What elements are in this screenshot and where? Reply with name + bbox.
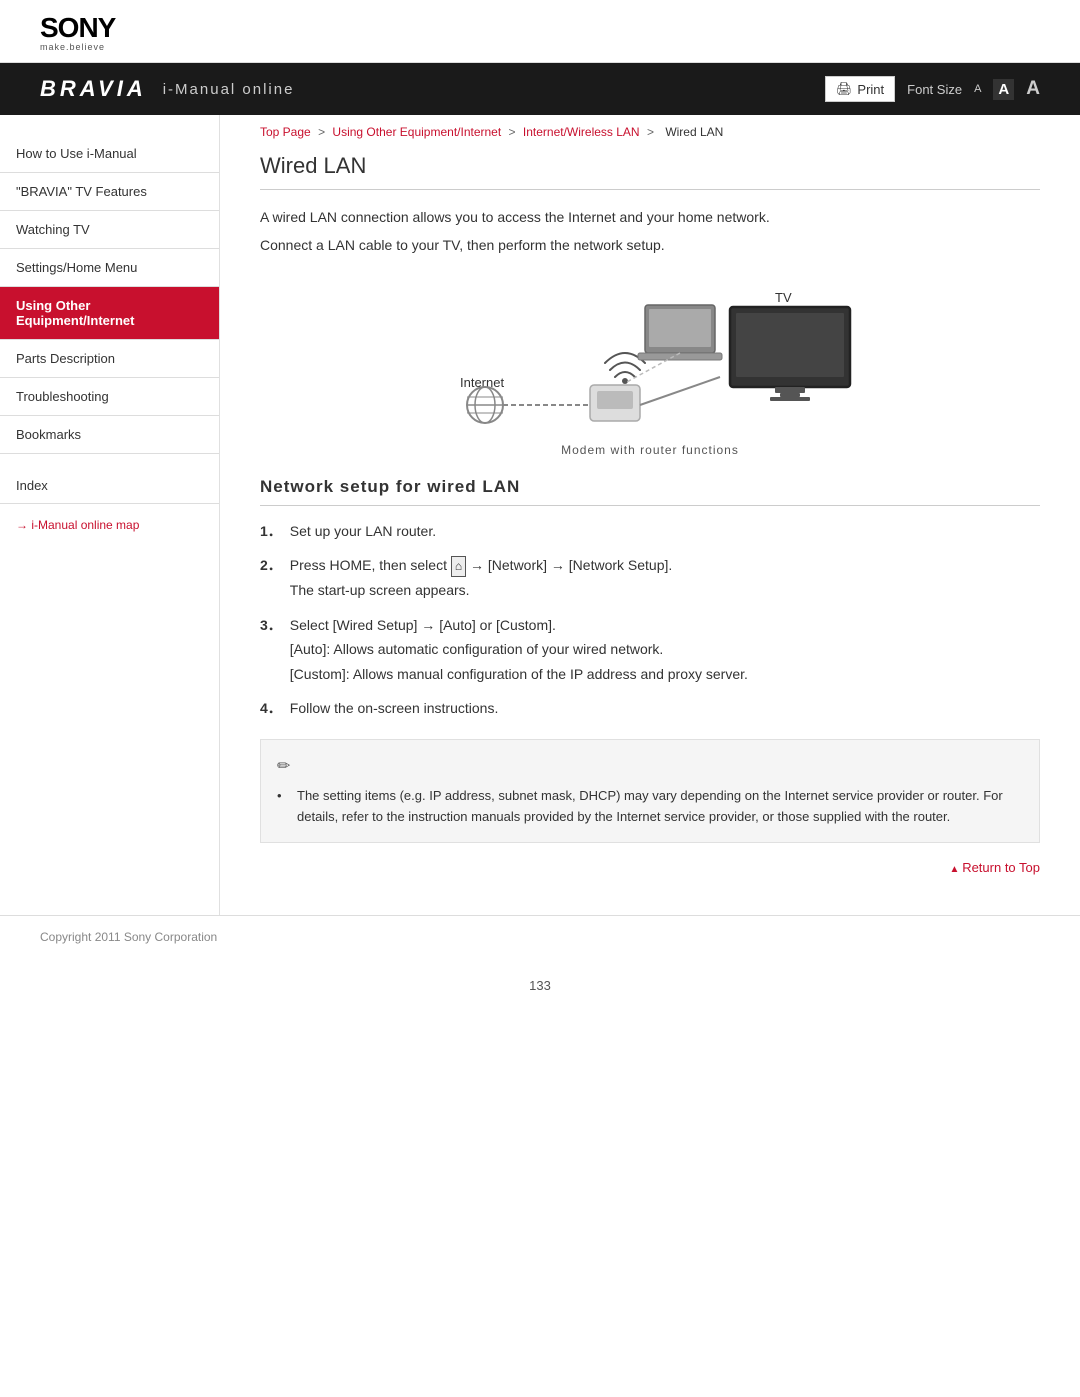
step-2-sub: The start-up screen appears. [290,579,1040,601]
note-bullet-dot: • [277,786,289,828]
print-button[interactable]: 🖨 Print [825,76,895,102]
content-area: Top Page > Using Other Equipment/Interne… [220,115,1080,915]
sidebar-item-using-other[interactable]: Using Other Equipment/Internet [0,287,219,340]
nav-bar-right: 🖨 Print Font Size A A A [825,76,1040,102]
sidebar-item-how-to-use[interactable]: How to Use i-Manual [0,135,219,173]
step-4-text: Follow the on-screen instructions. [290,700,499,716]
sidebar-item-troubleshooting[interactable]: Troubleshooting [0,378,219,416]
print-label: Print [857,82,884,97]
top-header: SONY make.believe [0,0,1080,63]
tv-label: TV [775,290,792,305]
font-size-small-button[interactable]: A [974,83,981,95]
breadcrumb: Top Page > Using Other Equipment/Interne… [260,115,1040,153]
nav-bar-left: BRAVIA i-Manual online [40,76,294,102]
page-number: 133 [0,958,1080,1003]
copyright-text: Copyright 2011 Sony Corporation [40,930,217,944]
home-icon: ⌂ [451,556,466,577]
sony-tagline: make.believe [40,42,105,52]
sidebar-item-bookmarks[interactable]: Bookmarks [0,416,219,454]
step-1-num: 1． [260,520,282,542]
sidebar-nav: How to Use i-Manual "BRAVIA" TV Features… [0,135,219,454]
sidebar: How to Use i-Manual "BRAVIA" TV Features… [0,115,220,915]
note-icon: ✏ [277,754,1023,780]
nav-title: i-Manual online [163,81,295,98]
step-3: 3． Select [Wired Setup] → [Auto] or [Cus… [260,614,1040,685]
footer: Copyright 2011 Sony Corporation [0,915,1080,958]
step-3-content: Select [Wired Setup] → [Auto] or [Custom… [290,614,1040,685]
font-size-medium-button[interactable]: A [993,79,1014,100]
diagram-caption: Modem with router functions [561,443,739,457]
step-4: 4． Follow the on-screen instructions. [260,697,1040,719]
sidebar-item-parts-description[interactable]: Parts Description [0,340,219,378]
sony-logo: SONY make.believe [40,14,1040,52]
step-3-sub-1: [Auto]: Allows automatic configuration o… [290,638,1040,660]
diagram-svg: Internet [420,277,880,437]
breadcrumb-using-other[interactable]: Using Other Equipment/Internet [332,125,501,139]
breadcrumb-sep1: > [318,125,325,139]
return-to-top-link[interactable]: Return to Top [950,860,1041,875]
breadcrumb-current: Wired LAN [665,125,723,139]
intro-text-2: Connect a LAN cable to your TV, then per… [260,234,1040,256]
sidebar-item-watching-tv[interactable]: Watching TV [0,211,219,249]
sidebar-map-link[interactable]: → i-Manual online map [0,504,219,532]
steps-list: 1． Set up your LAN router. 2． Press HOME… [260,520,1040,720]
network-diagram: Internet [260,277,1040,457]
note-bullet: • The setting items (e.g. IP address, su… [277,786,1023,828]
sidebar-item-index[interactable]: Index [0,468,219,504]
return-to-top: Return to Top [260,843,1040,885]
breadcrumb-top-page[interactable]: Top Page [260,125,311,139]
breadcrumb-sep2: > [509,125,516,139]
intro-text-1: A wired LAN connection allows you to acc… [260,206,1040,228]
sidebar-item-bravia-features[interactable]: "BRAVIA" TV Features [0,173,219,211]
bravia-logo: BRAVIA [40,76,147,102]
step-3-text: Select [Wired Setup] → [Auto] or [Custom… [290,617,556,633]
breadcrumb-sep3: > [647,125,654,139]
sony-wordmark: SONY [40,14,115,42]
step-2-text: Press HOME, then select ⌂ → [Network] → … [290,557,672,573]
font-size-label: Font Size [907,82,962,97]
step-4-content: Follow the on-screen instructions. [290,697,1040,719]
sidebar-item-settings-home[interactable]: Settings/Home Menu [0,249,219,287]
sidebar-index-list: Index [0,468,219,504]
nav-bar: BRAVIA i-Manual online 🖨 Print Font Size… [0,63,1080,115]
breadcrumb-internet-wireless[interactable]: Internet/Wireless LAN [523,125,640,139]
page-title: Wired LAN [260,153,1040,190]
section-heading: Network setup for wired LAN [260,477,1040,506]
manual-map-link[interactable]: → i-Manual online map [16,518,139,532]
note-text: The setting items (e.g. IP address, subn… [297,786,1023,828]
step-4-num: 4． [260,697,282,719]
step-2: 2． Press HOME, then select ⌂ → [Network]… [260,554,1040,602]
note-box: ✏ • The setting items (e.g. IP address, … [260,739,1040,842]
step-2-content: Press HOME, then select ⌂ → [Network] → … [290,554,1040,602]
print-icon: 🖨 [836,81,853,97]
step-1: 1． Set up your LAN router. [260,520,1040,542]
step-3-num: 3． [260,614,282,685]
step-1-content: Set up your LAN router. [290,520,1040,542]
main-layout: How to Use i-Manual "BRAVIA" TV Features… [0,115,1080,915]
step-2-num: 2． [260,554,282,602]
step-3-sub-2: [Custom]: Allows manual configuration of… [290,663,1040,685]
step-1-text: Set up your LAN router. [290,523,436,539]
font-size-large-button[interactable]: A [1026,78,1040,100]
